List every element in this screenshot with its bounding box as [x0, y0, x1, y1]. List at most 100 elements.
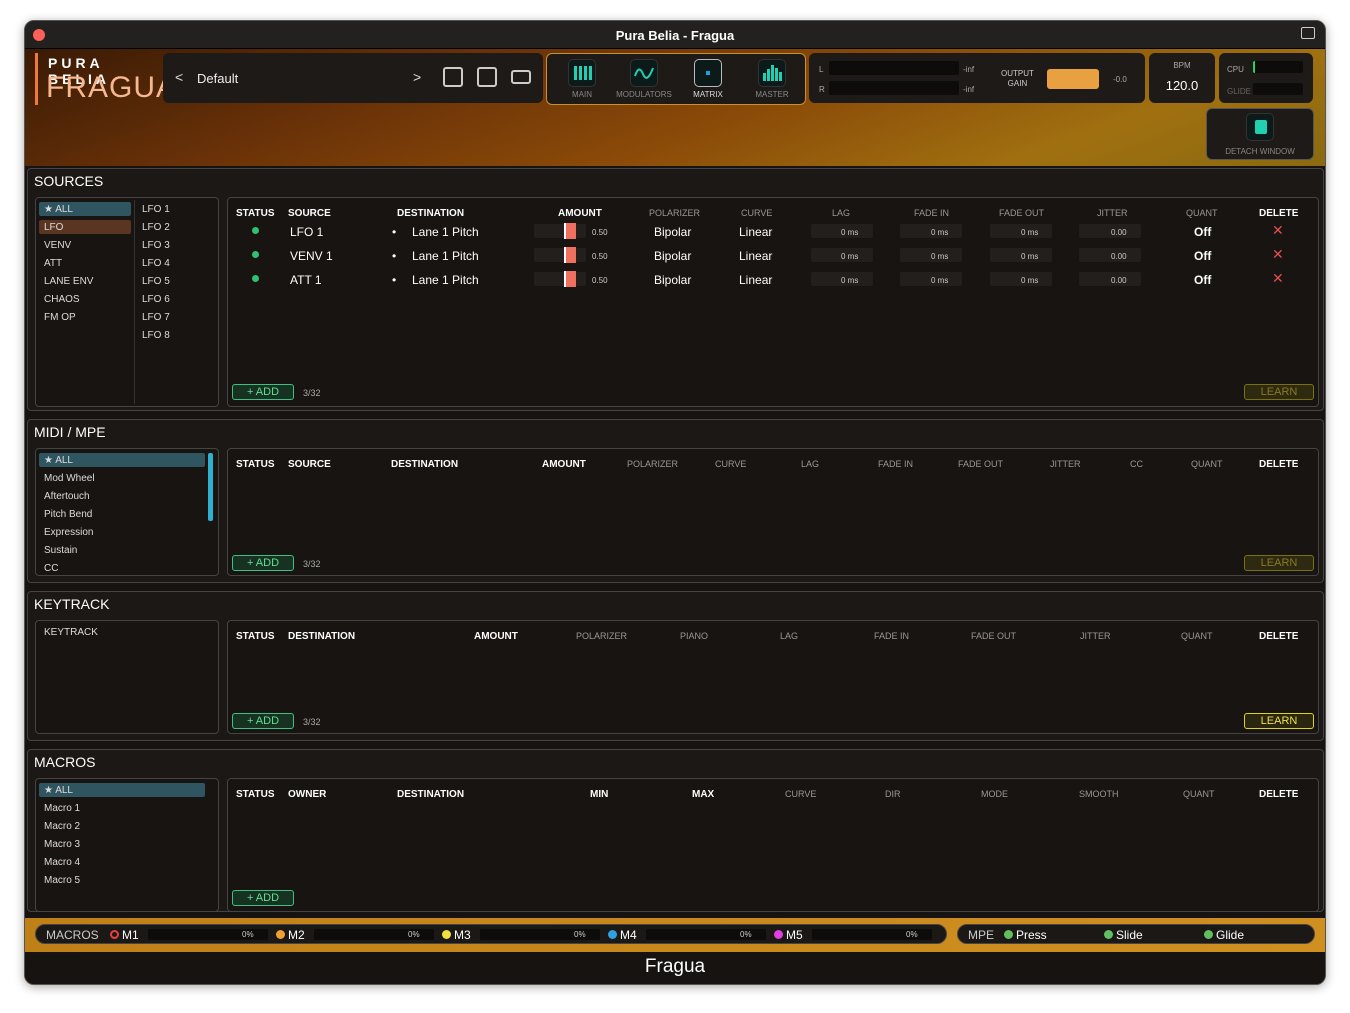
detach-window-button[interactable]: DETACH WINDOW: [1206, 108, 1314, 160]
row-polarizer[interactable]: Bipolar: [654, 273, 691, 287]
source-cat-lfo[interactable]: LFO: [44, 222, 63, 233]
save-as-icon[interactable]: [477, 67, 497, 87]
midi-list-scrollbar[interactable]: [208, 453, 213, 521]
bpm-value[interactable]: 120.0: [1149, 78, 1215, 93]
meter-l-value: -inf: [963, 65, 975, 74]
preset-name[interactable]: Default: [197, 71, 238, 86]
mpe-name[interactable]: Glide: [1216, 928, 1244, 942]
midi-item[interactable]: Pitch Bend: [44, 509, 92, 520]
row-fade-in[interactable]: 0 ms: [931, 252, 948, 261]
add-keytrack-button[interactable]: + ADD: [232, 713, 294, 729]
status-dot[interactable]: [252, 251, 259, 258]
row-fade-out[interactable]: 0 ms: [1021, 228, 1038, 237]
status-dot[interactable]: [252, 275, 259, 282]
add-macro-button[interactable]: + ADD: [232, 890, 294, 906]
row-lag[interactable]: 0 ms: [841, 228, 858, 237]
row-quant[interactable]: Off: [1194, 225, 1211, 239]
macro-item[interactable]: Macro 2: [44, 821, 80, 832]
slot-count: 3/32: [303, 388, 321, 398]
learn-button[interactable]: LEARN: [1244, 384, 1314, 400]
status-dot[interactable]: [252, 227, 259, 234]
row-fade-out[interactable]: 0 ms: [1021, 276, 1038, 285]
macro-item[interactable]: ★ ALL: [44, 785, 73, 796]
col-amount: AMOUNT: [542, 459, 586, 470]
midi-item[interactable]: CC: [44, 563, 58, 574]
add-source-button[interactable]: + ADD: [232, 384, 294, 400]
row-fade-out[interactable]: 0 ms: [1021, 252, 1038, 261]
row-polarizer[interactable]: Bipolar: [654, 249, 691, 263]
row-lag[interactable]: 0 ms: [841, 252, 858, 261]
row-jitter[interactable]: 0.00: [1111, 276, 1127, 285]
tab-modulators[interactable]: MODULATORS: [613, 56, 675, 102]
source-item[interactable]: LFO 1: [142, 204, 170, 215]
learn-button[interactable]: LEARN: [1244, 713, 1314, 729]
row-jitter[interactable]: 0.00: [1111, 228, 1127, 237]
source-item[interactable]: LFO 5: [142, 276, 170, 287]
learn-button[interactable]: LEARN: [1244, 555, 1314, 571]
source-cat-all[interactable]: ★ ALL: [44, 204, 73, 215]
source-item[interactable]: LFO 8: [142, 330, 170, 341]
row-source[interactable]: VENV 1: [290, 249, 333, 263]
amount-slider[interactable]: [564, 223, 576, 239]
mpe-name[interactable]: Slide: [1116, 928, 1143, 942]
midi-item[interactable]: Aftertouch: [44, 491, 90, 502]
tab-matrix[interactable]: MATRIX: [677, 56, 739, 102]
row-quant[interactable]: Off: [1194, 273, 1211, 287]
save-icon[interactable]: [443, 67, 463, 87]
prev-preset-button[interactable]: <: [175, 69, 183, 85]
row-source[interactable]: ATT 1: [290, 273, 322, 287]
source-item[interactable]: LFO 6: [142, 294, 170, 305]
source-item[interactable]: LFO 4: [142, 258, 170, 269]
macro-name: M5: [786, 928, 803, 942]
mpe-strip: MPE Press Slide Glide: [957, 924, 1315, 944]
row-fade-in[interactable]: 0 ms: [931, 228, 948, 237]
row-amount: 0.50: [592, 228, 608, 237]
row-jitter[interactable]: 0.00: [1111, 252, 1127, 261]
row-destination[interactable]: Lane 1 Pitch: [412, 249, 479, 263]
source-item[interactable]: LFO 2: [142, 222, 170, 233]
midi-item[interactable]: ★ ALL: [44, 455, 73, 466]
next-preset-button[interactable]: >: [413, 69, 421, 85]
amount-slider[interactable]: [564, 247, 576, 263]
download-icon[interactable]: [1301, 27, 1315, 39]
col-quant: QUANT: [1191, 459, 1223, 469]
row-curve[interactable]: Linear: [739, 273, 772, 287]
output-gain-slider[interactable]: [1047, 69, 1099, 89]
row-source[interactable]: LFO 1: [290, 225, 323, 239]
keytrack-item[interactable]: KEYTRACK: [44, 627, 98, 638]
macro-item[interactable]: Macro 5: [44, 875, 80, 886]
add-midi-button[interactable]: + ADD: [232, 555, 294, 571]
mpe-name[interactable]: Press: [1016, 928, 1047, 942]
midi-item[interactable]: Mod Wheel: [44, 473, 95, 484]
delete-icon[interactable]: ✕: [1272, 222, 1284, 239]
macro-item[interactable]: Macro 1: [44, 803, 80, 814]
macro-item[interactable]: Macro 4: [44, 857, 80, 868]
row-destination[interactable]: Lane 1 Pitch: [412, 225, 479, 239]
source-cat-fm-op[interactable]: FM OP: [44, 312, 76, 323]
source-cat-att[interactable]: ATT: [44, 258, 62, 269]
row-destination[interactable]: Lane 1 Pitch: [412, 273, 479, 287]
meter-r-bar: [829, 81, 959, 95]
row-fade-in[interactable]: 0 ms: [931, 276, 948, 285]
macro-dot: [608, 930, 617, 939]
source-item[interactable]: LFO 7: [142, 312, 170, 323]
source-cat-venv[interactable]: VENV: [44, 240, 71, 251]
col-fade-in: FADE IN: [914, 208, 950, 218]
row-curve[interactable]: Linear: [739, 225, 772, 239]
midi-item[interactable]: Expression: [44, 527, 93, 538]
tab-main[interactable]: MAIN: [551, 56, 613, 102]
midi-item[interactable]: Sustain: [44, 545, 77, 556]
row-polarizer[interactable]: Bipolar: [654, 225, 691, 239]
folder-icon[interactable]: [511, 70, 531, 84]
row-curve[interactable]: Linear: [739, 249, 772, 263]
source-item[interactable]: LFO 3: [142, 240, 170, 251]
source-cat-chaos[interactable]: CHAOS: [44, 294, 80, 305]
macro-item[interactable]: Macro 3: [44, 839, 80, 850]
amount-slider[interactable]: [564, 271, 576, 287]
row-quant[interactable]: Off: [1194, 249, 1211, 263]
delete-icon[interactable]: ✕: [1272, 246, 1284, 263]
source-cat-lane-env[interactable]: LANE ENV: [44, 276, 93, 287]
delete-icon[interactable]: ✕: [1272, 270, 1284, 287]
tab-master[interactable]: MASTER: [741, 56, 803, 102]
row-lag[interactable]: 0 ms: [841, 276, 858, 285]
